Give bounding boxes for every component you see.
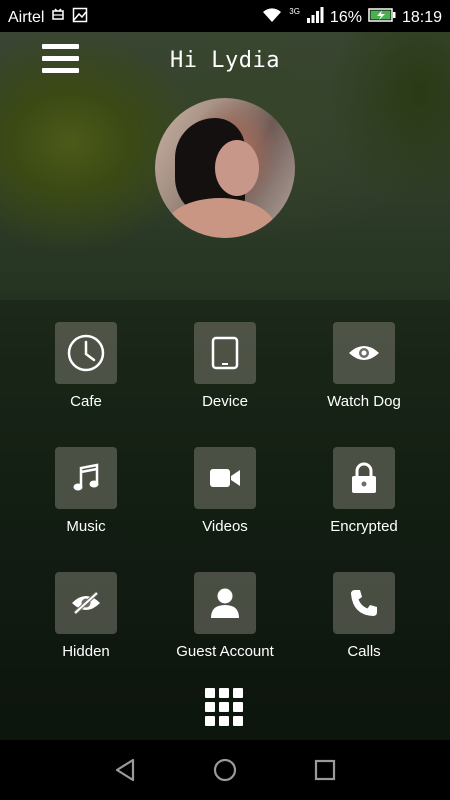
back-triangle-icon[interactable] <box>111 755 141 785</box>
tile-label: Encrypted <box>330 518 398 535</box>
apps-grid-icon[interactable] <box>205 688 245 728</box>
lock-icon <box>333 447 395 509</box>
tablet-icon <box>194 322 256 384</box>
tile-watch-dog[interactable]: Watch Dog <box>294 322 434 410</box>
tile-label: Guest Account <box>176 643 274 660</box>
tile-encrypted[interactable]: Encrypted <box>294 447 434 535</box>
tile-label: Device <box>202 393 248 410</box>
tile-cafe[interactable]: Cafe <box>16 322 156 410</box>
eye-icon <box>333 322 395 384</box>
tile-label: Watch Dog <box>327 393 401 410</box>
tile-label: Calls <box>347 643 381 660</box>
tile-music[interactable]: Music <box>16 447 156 535</box>
navigation-bar <box>0 740 450 800</box>
tile-videos[interactable]: Videos <box>155 447 295 535</box>
eye-slash-icon <box>55 572 117 634</box>
music-note-icon <box>55 447 117 509</box>
clock-icon <box>55 322 117 384</box>
tile-hidden[interactable]: Hidden <box>16 572 156 660</box>
home-circle-icon[interactable] <box>210 755 240 785</box>
video-camera-icon <box>194 447 256 509</box>
tile-label: Hidden <box>62 643 110 660</box>
user-icon <box>194 572 256 634</box>
recents-square-icon[interactable] <box>310 755 340 785</box>
tile-label: Videos <box>202 518 248 535</box>
phone-icon <box>333 572 395 634</box>
tile-guest-account[interactable]: Guest Account <box>155 572 295 660</box>
tile-label: Cafe <box>70 393 102 410</box>
app-grid: Cafe Device Watch Dog Music Videos Encry… <box>0 0 450 800</box>
tile-calls[interactable]: Calls <box>294 572 434 660</box>
tile-label: Music <box>66 518 106 535</box>
tile-device[interactable]: Device <box>155 322 295 410</box>
